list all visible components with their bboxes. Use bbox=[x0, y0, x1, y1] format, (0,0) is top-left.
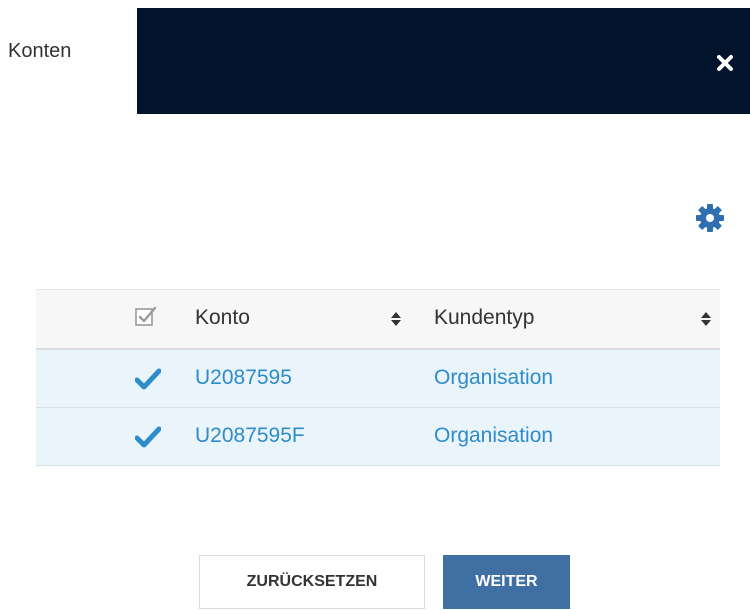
gear-icon[interactable] bbox=[694, 202, 726, 234]
accounts-table: Konto Kundentyp U2087595 Organisation U2… bbox=[36, 289, 720, 466]
sort-konto-icon[interactable] bbox=[390, 310, 402, 328]
account-link[interactable]: U2087595 bbox=[195, 366, 292, 390]
reset-button[interactable]: ZURÜCKSETZEN bbox=[199, 555, 425, 609]
customer-type-link[interactable]: Organisation bbox=[434, 366, 553, 390]
check-icon[interactable] bbox=[135, 368, 161, 390]
account-link[interactable]: U2087595F bbox=[195, 424, 305, 448]
page-title: Konten bbox=[8, 40, 72, 62]
close-icon bbox=[717, 55, 733, 71]
table-row[interactable]: U2087595F Organisation bbox=[36, 408, 720, 466]
sort-kundentyp-icon[interactable] bbox=[700, 310, 712, 328]
column-header-kundentyp[interactable]: Kundentyp bbox=[434, 306, 534, 330]
table-row[interactable]: U2087595 Organisation bbox=[36, 350, 720, 408]
check-icon[interactable] bbox=[135, 426, 161, 448]
close-button[interactable] bbox=[712, 50, 738, 76]
customer-type-link[interactable]: Organisation bbox=[434, 424, 553, 448]
next-button[interactable]: WEITER bbox=[443, 555, 570, 609]
modal-header bbox=[137, 8, 750, 114]
select-all-checkbox[interactable] bbox=[135, 305, 157, 327]
table-header: Konto Kundentyp bbox=[36, 289, 720, 350]
column-header-konto[interactable]: Konto bbox=[195, 306, 250, 330]
